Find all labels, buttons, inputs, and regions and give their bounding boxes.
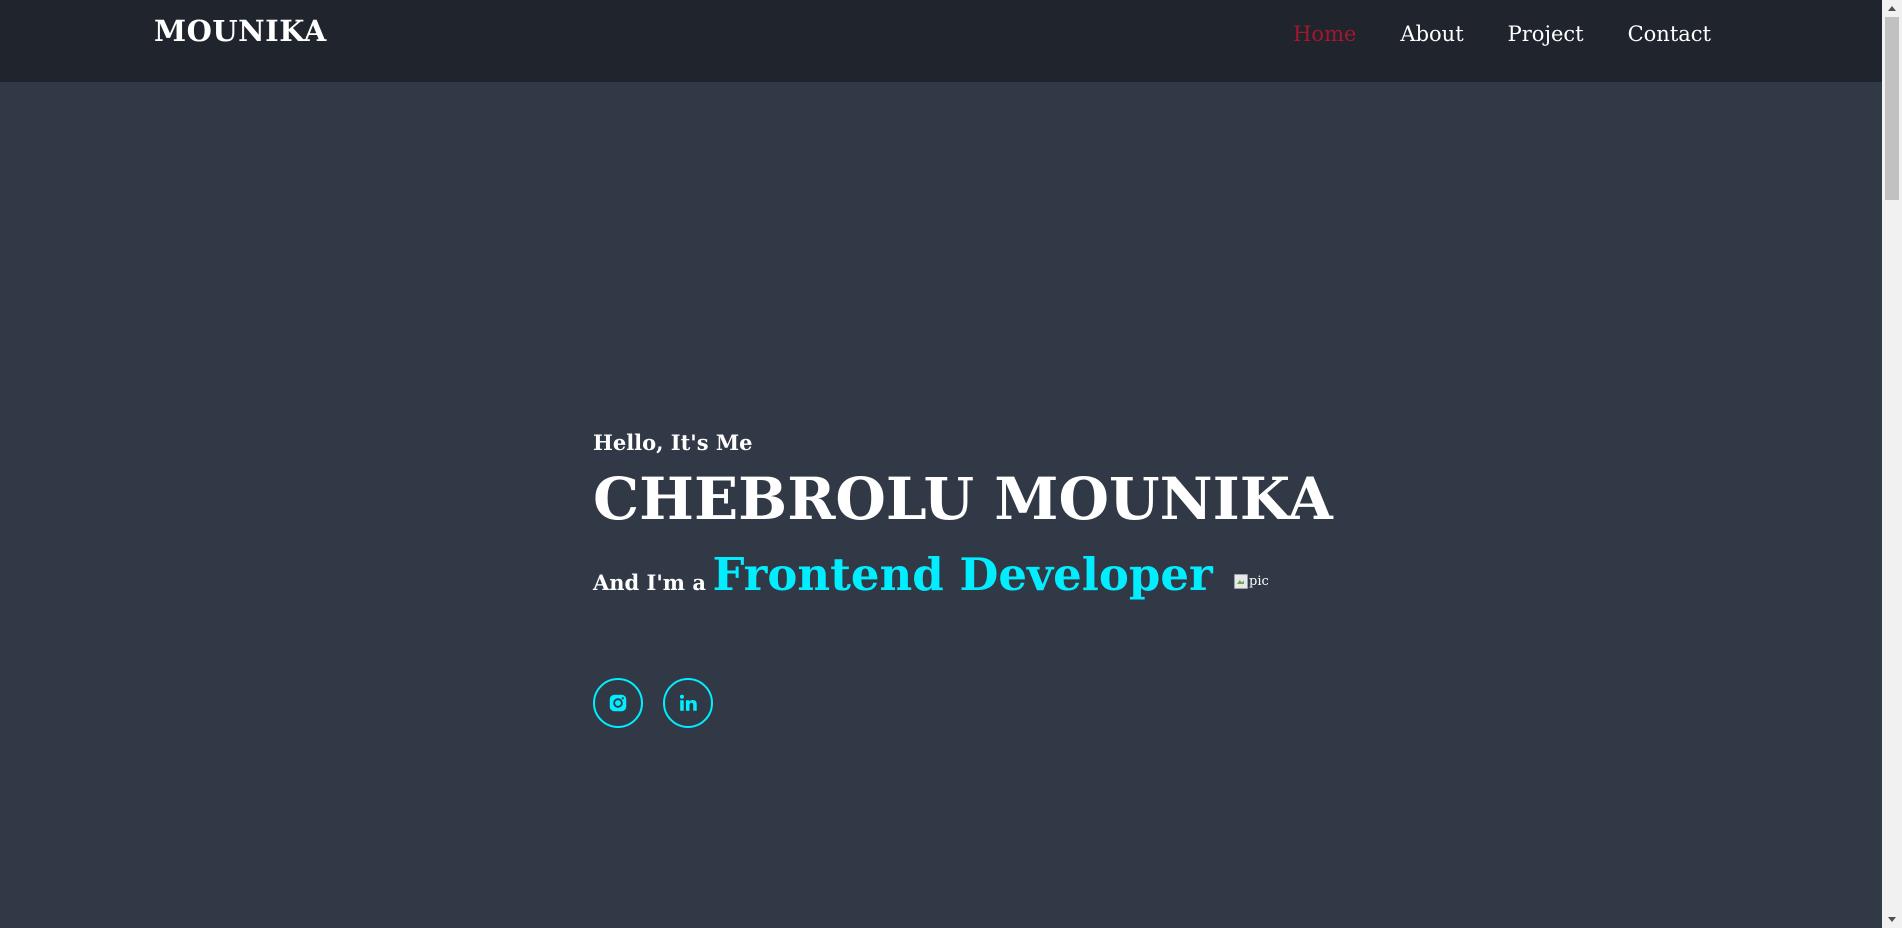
page: MOUNIKA Home About Project Contact Hello… (0, 0, 1902, 928)
hero-role: Frontend Developer (712, 547, 1213, 601)
linkedin-icon (677, 692, 699, 714)
hero-greeting: Hello, It's Me (593, 430, 753, 455)
scroll-up-arrow-icon[interactable] (1882, 0, 1902, 17)
scrollbar-thumb[interactable] (1885, 17, 1899, 200)
hero-section: Hello, It's Me CHEBROLU MOUNIKA And I'm … (593, 430, 1333, 601)
hero-name: CHEBROLU MOUNIKA (593, 465, 1333, 533)
hero-role-prefix: And I'm a (593, 569, 706, 595)
nav-contact[interactable]: Contact (1628, 22, 1711, 46)
nav-home[interactable]: Home (1293, 22, 1356, 46)
profile-image: pic (1234, 573, 1269, 589)
instagram-link[interactable] (593, 678, 643, 728)
site-header: MOUNIKA Home About Project Contact (0, 0, 1882, 82)
vertical-scrollbar[interactable] (1882, 0, 1902, 928)
logo[interactable]: MOUNIKA (154, 14, 327, 48)
linkedin-link[interactable] (663, 678, 713, 728)
instagram-icon (607, 692, 629, 714)
scroll-down-arrow-icon[interactable] (1882, 911, 1902, 928)
hero-role-line: And I'm a Frontend Developer (593, 548, 1293, 601)
main-nav: Home About Project Contact (1249, 22, 1711, 46)
broken-image-icon (1234, 573, 1248, 589)
nav-project[interactable]: Project (1508, 22, 1584, 46)
profile-image-alt: pic (1249, 573, 1269, 589)
nav-about[interactable]: About (1400, 22, 1463, 46)
social-links (593, 678, 713, 728)
